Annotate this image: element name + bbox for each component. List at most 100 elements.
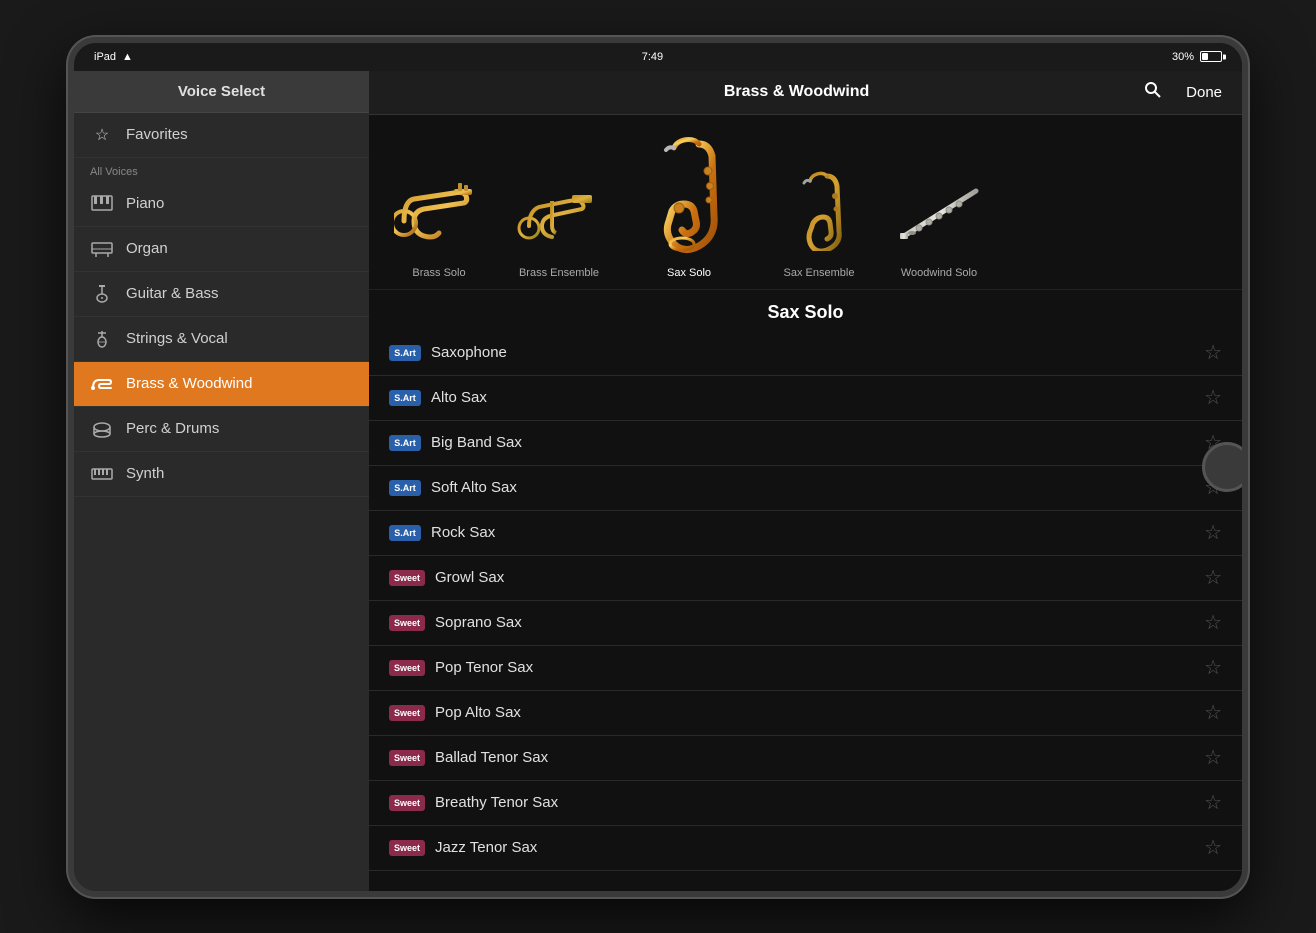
favorites-icon: ☆ (90, 123, 114, 147)
voice-badge: S.Art (389, 435, 421, 451)
right-panel: Brass & Woodwind Done (369, 71, 1242, 891)
synth-icon (90, 462, 114, 486)
status-right: 30% (1172, 51, 1222, 63)
sax-ensemble-label: Sax Ensemble (784, 267, 855, 279)
voice-name: Big Band Sax (431, 434, 1194, 451)
guitar-icon (90, 282, 114, 306)
sidebar-item-label: Strings & Vocal (126, 330, 228, 347)
sax-ensemble-image (769, 161, 869, 261)
category-brass-ensemble[interactable]: Brass Ensemble (509, 161, 609, 279)
sidebar-item-label: Piano (126, 195, 164, 212)
status-time: 7:49 (642, 51, 663, 63)
sidebar: Voice Select ☆ Favorites All Voices Pian… (74, 71, 369, 891)
sidebar-item-guitar-bass[interactable]: Guitar & Bass (74, 272, 369, 317)
voice-item[interactable]: Sweet Growl Sax ☆ (369, 556, 1242, 601)
device-label: iPad (94, 51, 116, 63)
sidebar-header: Voice Select (74, 71, 369, 113)
brass-ensemble-label: Brass Ensemble (519, 267, 599, 279)
sidebar-item-brass-woodwind[interactable]: Brass & Woodwind (74, 362, 369, 407)
voice-badge: S.Art (389, 345, 421, 361)
wifi-icon: ▲ (122, 51, 133, 63)
selected-category-title: Sax Solo (369, 290, 1242, 331)
sidebar-item-synth[interactable]: Synth (74, 452, 369, 497)
sidebar-item-favorites[interactable]: ☆ Favorites (74, 113, 369, 158)
category-brass-solo[interactable]: Brass Solo (389, 161, 489, 279)
star-button[interactable]: ☆ (1204, 793, 1222, 813)
organ-icon (90, 237, 114, 261)
star-button[interactable]: ☆ (1204, 613, 1222, 633)
star-button[interactable]: ☆ (1204, 523, 1222, 543)
drums-icon (90, 417, 114, 441)
voice-badge: Sweet (389, 660, 425, 676)
voice-badge: S.Art (389, 525, 421, 541)
search-button[interactable] (1144, 81, 1162, 104)
voice-name: Ballad Tenor Sax (435, 749, 1194, 766)
voice-name: Pop Tenor Sax (435, 659, 1194, 676)
voice-badge: Sweet (389, 795, 425, 811)
category-sax-ensemble[interactable]: Sax Ensemble (769, 161, 869, 279)
sidebar-item-label: Favorites (126, 126, 188, 143)
voice-badge: S.Art (389, 390, 421, 406)
voice-name: Pop Alto Sax (435, 704, 1194, 721)
sidebar-item-label: Perc & Drums (126, 420, 219, 437)
sidebar-item-label: Guitar & Bass (126, 285, 219, 302)
brass-ensemble-image (509, 161, 609, 261)
battery-indicator (1200, 51, 1222, 62)
main-content: Voice Select ☆ Favorites All Voices Pian… (74, 71, 1242, 891)
voice-item[interactable]: S.Art Alto Sax ☆ (369, 376, 1242, 421)
star-button[interactable]: ☆ (1204, 388, 1222, 408)
voice-badge: Sweet (389, 615, 425, 631)
all-voices-label: All Voices (74, 158, 369, 182)
voice-name: Rock Sax (431, 524, 1194, 541)
voice-name: Saxophone (431, 344, 1194, 361)
voice-item[interactable]: S.Art Soft Alto Sax ☆ (369, 466, 1242, 511)
woodwind-solo-label: Woodwind Solo (901, 267, 977, 279)
status-left: iPad ▲ (94, 51, 133, 63)
sidebar-item-organ[interactable]: Organ (74, 227, 369, 272)
status-bar: iPad ▲ 7:49 30% (74, 43, 1242, 71)
category-sax-solo[interactable]: Sax Solo (629, 131, 749, 279)
brass-solo-label: Brass Solo (412, 267, 465, 279)
star-button[interactable]: ☆ (1204, 568, 1222, 588)
strings-icon (90, 327, 114, 351)
done-button[interactable]: Done (1186, 84, 1222, 101)
voice-name: Jazz Tenor Sax (435, 839, 1194, 856)
piano-icon (90, 192, 114, 216)
star-button[interactable]: ☆ (1204, 343, 1222, 363)
voice-name: Soft Alto Sax (431, 479, 1194, 496)
star-button[interactable]: ☆ (1204, 703, 1222, 723)
category-carousel: Brass Solo Brass Ensembl (369, 115, 1242, 290)
sidebar-item-label: Synth (126, 465, 164, 482)
battery-percentage: 30% (1172, 51, 1194, 63)
voice-badge: Sweet (389, 840, 425, 856)
voice-item[interactable]: S.Art Rock Sax ☆ (369, 511, 1242, 556)
sidebar-item-label: Brass & Woodwind (126, 375, 252, 392)
voice-badge: Sweet (389, 750, 425, 766)
voice-item[interactable]: Sweet Pop Alto Sax ☆ (369, 691, 1242, 736)
sidebar-item-perc-drums[interactable]: Perc & Drums (74, 407, 369, 452)
category-woodwind-solo[interactable]: Woodwind Solo (889, 161, 989, 279)
star-button[interactable]: ☆ (1204, 658, 1222, 678)
voice-item[interactable]: S.Art Big Band Sax ☆ (369, 421, 1242, 466)
voice-badge: S.Art (389, 480, 421, 496)
woodwind-solo-image (889, 161, 989, 261)
voice-badge: Sweet (389, 705, 425, 721)
voice-item[interactable]: Sweet Pop Tenor Sax ☆ (369, 646, 1242, 691)
voice-name: Alto Sax (431, 389, 1194, 406)
voice-badge: Sweet (389, 570, 425, 586)
brass-icon (90, 372, 114, 396)
sax-solo-image (629, 131, 749, 261)
sidebar-item-label: Organ (126, 240, 168, 257)
star-button[interactable]: ☆ (1204, 748, 1222, 768)
voice-item[interactable]: Sweet Ballad Tenor Sax ☆ (369, 736, 1242, 781)
voice-item[interactable]: Sweet Jazz Tenor Sax ☆ (369, 826, 1242, 871)
sax-solo-label: Sax Solo (667, 267, 711, 279)
voice-item[interactable]: Sweet Soprano Sax ☆ (369, 601, 1242, 646)
voice-item[interactable]: Sweet Breathy Tenor Sax ☆ (369, 781, 1242, 826)
voice-item[interactable]: S.Art Saxophone ☆ (369, 331, 1242, 376)
voice-name: Soprano Sax (435, 614, 1194, 631)
star-button[interactable]: ☆ (1204, 838, 1222, 858)
voice-name: Breathy Tenor Sax (435, 794, 1194, 811)
sidebar-item-piano[interactable]: Piano (74, 182, 369, 227)
sidebar-item-strings-vocal[interactable]: Strings & Vocal (74, 317, 369, 362)
